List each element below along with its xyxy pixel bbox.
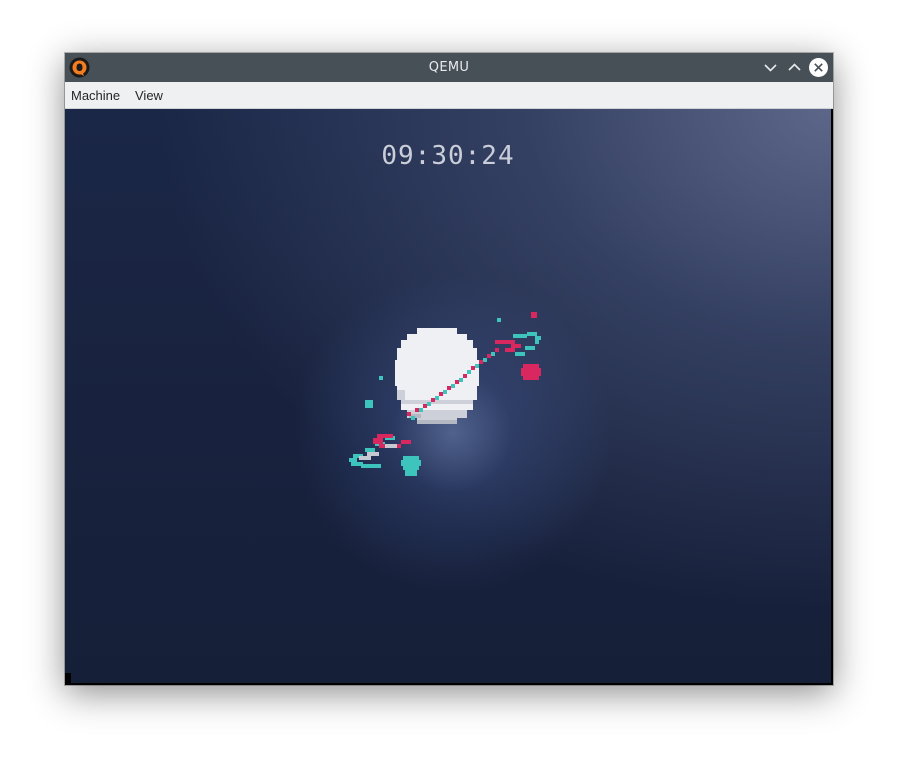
display-edge — [65, 683, 833, 685]
menu-view[interactable]: View — [135, 82, 163, 109]
close-icon[interactable] — [808, 57, 829, 78]
chevron-down-icon[interactable] — [760, 57, 781, 78]
clock-display: 09:30:24 — [381, 141, 515, 171]
planet-ring-icon — [349, 312, 541, 476]
chevron-up-icon[interactable] — [784, 57, 805, 78]
guest-display[interactable]: 09:30:24 — [65, 109, 831, 683]
window-title: QEMU — [428, 60, 470, 75]
menubar: Machine View — [65, 82, 833, 109]
titlebar[interactable]: QEMU — [65, 53, 833, 82]
qemu-window: QEMU Machine View 09:30:24 — [65, 53, 833, 685]
display-edge — [831, 109, 833, 685]
menu-machine[interactable]: Machine — [71, 82, 120, 109]
display-edge — [65, 673, 71, 685]
